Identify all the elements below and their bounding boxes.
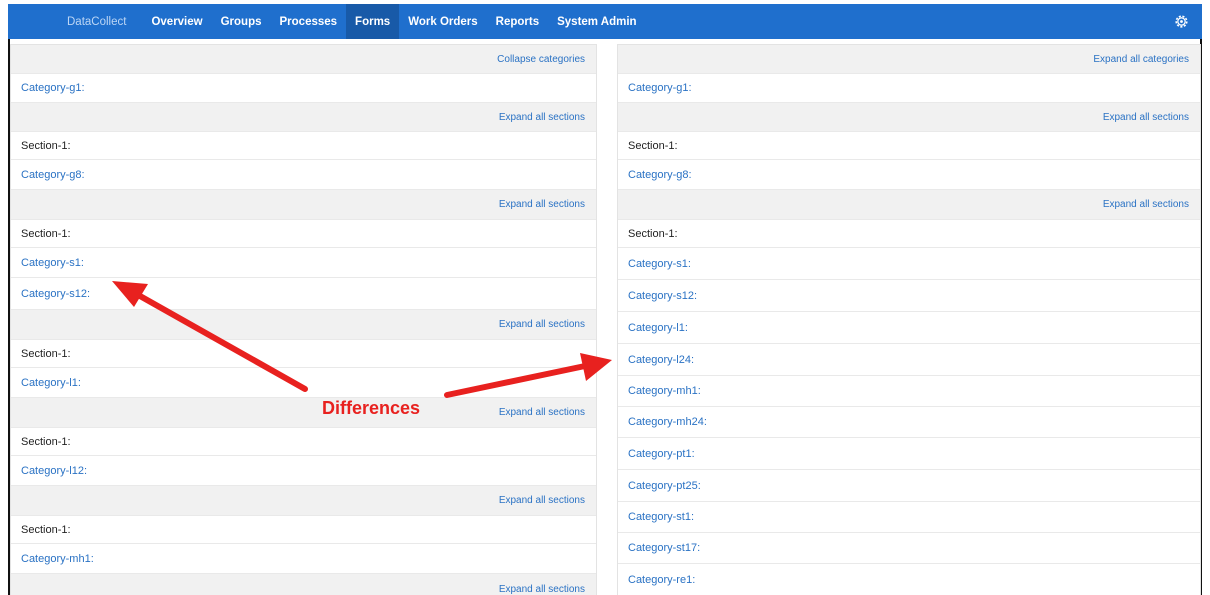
differences-label: Differences: [322, 398, 421, 418]
arrow-right-shaft: [444, 363, 588, 398]
arrow-left-shaft: [137, 293, 308, 392]
arrow-left-head: [112, 281, 148, 307]
annotation-arrows: [112, 281, 612, 398]
arrow-right-head: [580, 353, 612, 381]
